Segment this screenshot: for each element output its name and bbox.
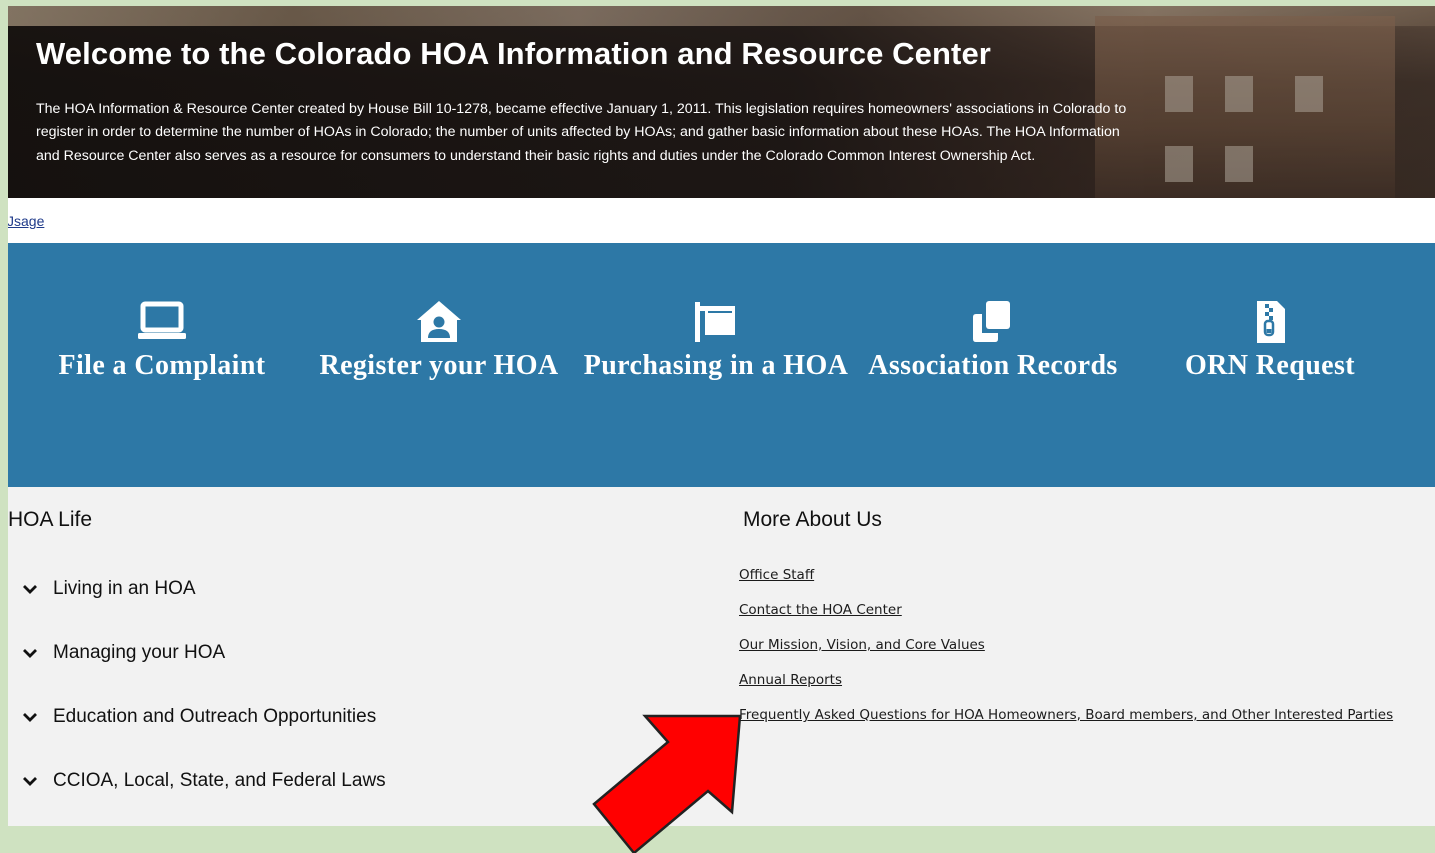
red-arrow-annotation: [592, 714, 742, 853]
hero-description: The HOA Information & Resource Center cr…: [36, 101, 1127, 164]
page-frame: Welcome to the Colorado HOA Information …: [8, 6, 1435, 826]
laptop-icon: [138, 301, 186, 339]
quick-links-banner: File a Complaint Register your HOA Purch…: [8, 243, 1435, 487]
zip-file-icon: [1257, 301, 1285, 343]
accordion-label: Managing your HOA: [53, 642, 226, 663]
link-contact-hoa-center[interactable]: Contact the HOA Center: [739, 602, 902, 618]
usage-strip: [8, 198, 1435, 243]
hero-house-image: [1095, 16, 1395, 198]
tile-label: Association Records: [868, 350, 1118, 381]
more-about-us-title: More About Us: [743, 508, 882, 531]
sign-icon: [695, 302, 735, 342]
accordion-managing-your-hoa[interactable]: Managing your HOA: [22, 638, 225, 668]
house-user-icon: [417, 301, 461, 342]
usage-link[interactable]: Jsage: [8, 213, 44, 229]
link-faq[interactable]: Frequently Asked Questions for HOA Homeo…: [739, 707, 1393, 723]
chevron-down-icon: [23, 649, 37, 658]
chevron-down-icon: [23, 713, 37, 722]
tile-register-your-hoa[interactable]: Register your HOA: [301, 243, 577, 487]
accordion-education-outreach[interactable]: Education and Outreach Opportunities: [22, 702, 376, 732]
accordion-label: Education and Outreach Opportunities: [53, 706, 377, 727]
accordion-label: CCIOA, Local, State, and Federal Laws: [53, 770, 386, 791]
accordion-living-in-an-hoa[interactable]: Living in an HOA: [22, 574, 196, 604]
accordion-label: Living in an HOA: [53, 578, 196, 599]
hero-banner: Welcome to the Colorado HOA Information …: [8, 6, 1435, 198]
accordion-ccioa-laws[interactable]: CCIOA, Local, State, and Federal Laws: [22, 766, 386, 796]
chevron-down-icon: [23, 585, 37, 594]
chevron-down-icon: [23, 777, 37, 786]
link-office-staff[interactable]: Office Staff: [739, 567, 814, 583]
tile-file-a-complaint[interactable]: File a Complaint: [24, 243, 300, 487]
tile-association-records[interactable]: Association Records: [855, 243, 1131, 487]
tile-label: Purchasing in a HOA: [583, 350, 849, 381]
page-title: Welcome to the Colorado HOA Information …: [36, 36, 991, 71]
hoa-life-title: HOA Life: [8, 508, 93, 531]
tile-purchasing-in-a-hoa[interactable]: Purchasing in a HOA: [578, 243, 854, 487]
tile-label: Register your HOA: [319, 350, 559, 381]
link-mission-vision-values[interactable]: Our Mission, Vision, and Core Values: [739, 637, 985, 653]
tile-orn-request[interactable]: ORN Request: [1132, 243, 1408, 487]
tile-label: File a Complaint: [58, 350, 266, 381]
tile-label: ORN Request: [1184, 350, 1356, 381]
link-annual-reports[interactable]: Annual Reports: [739, 672, 842, 688]
copy-documents-icon: [973, 301, 1010, 342]
